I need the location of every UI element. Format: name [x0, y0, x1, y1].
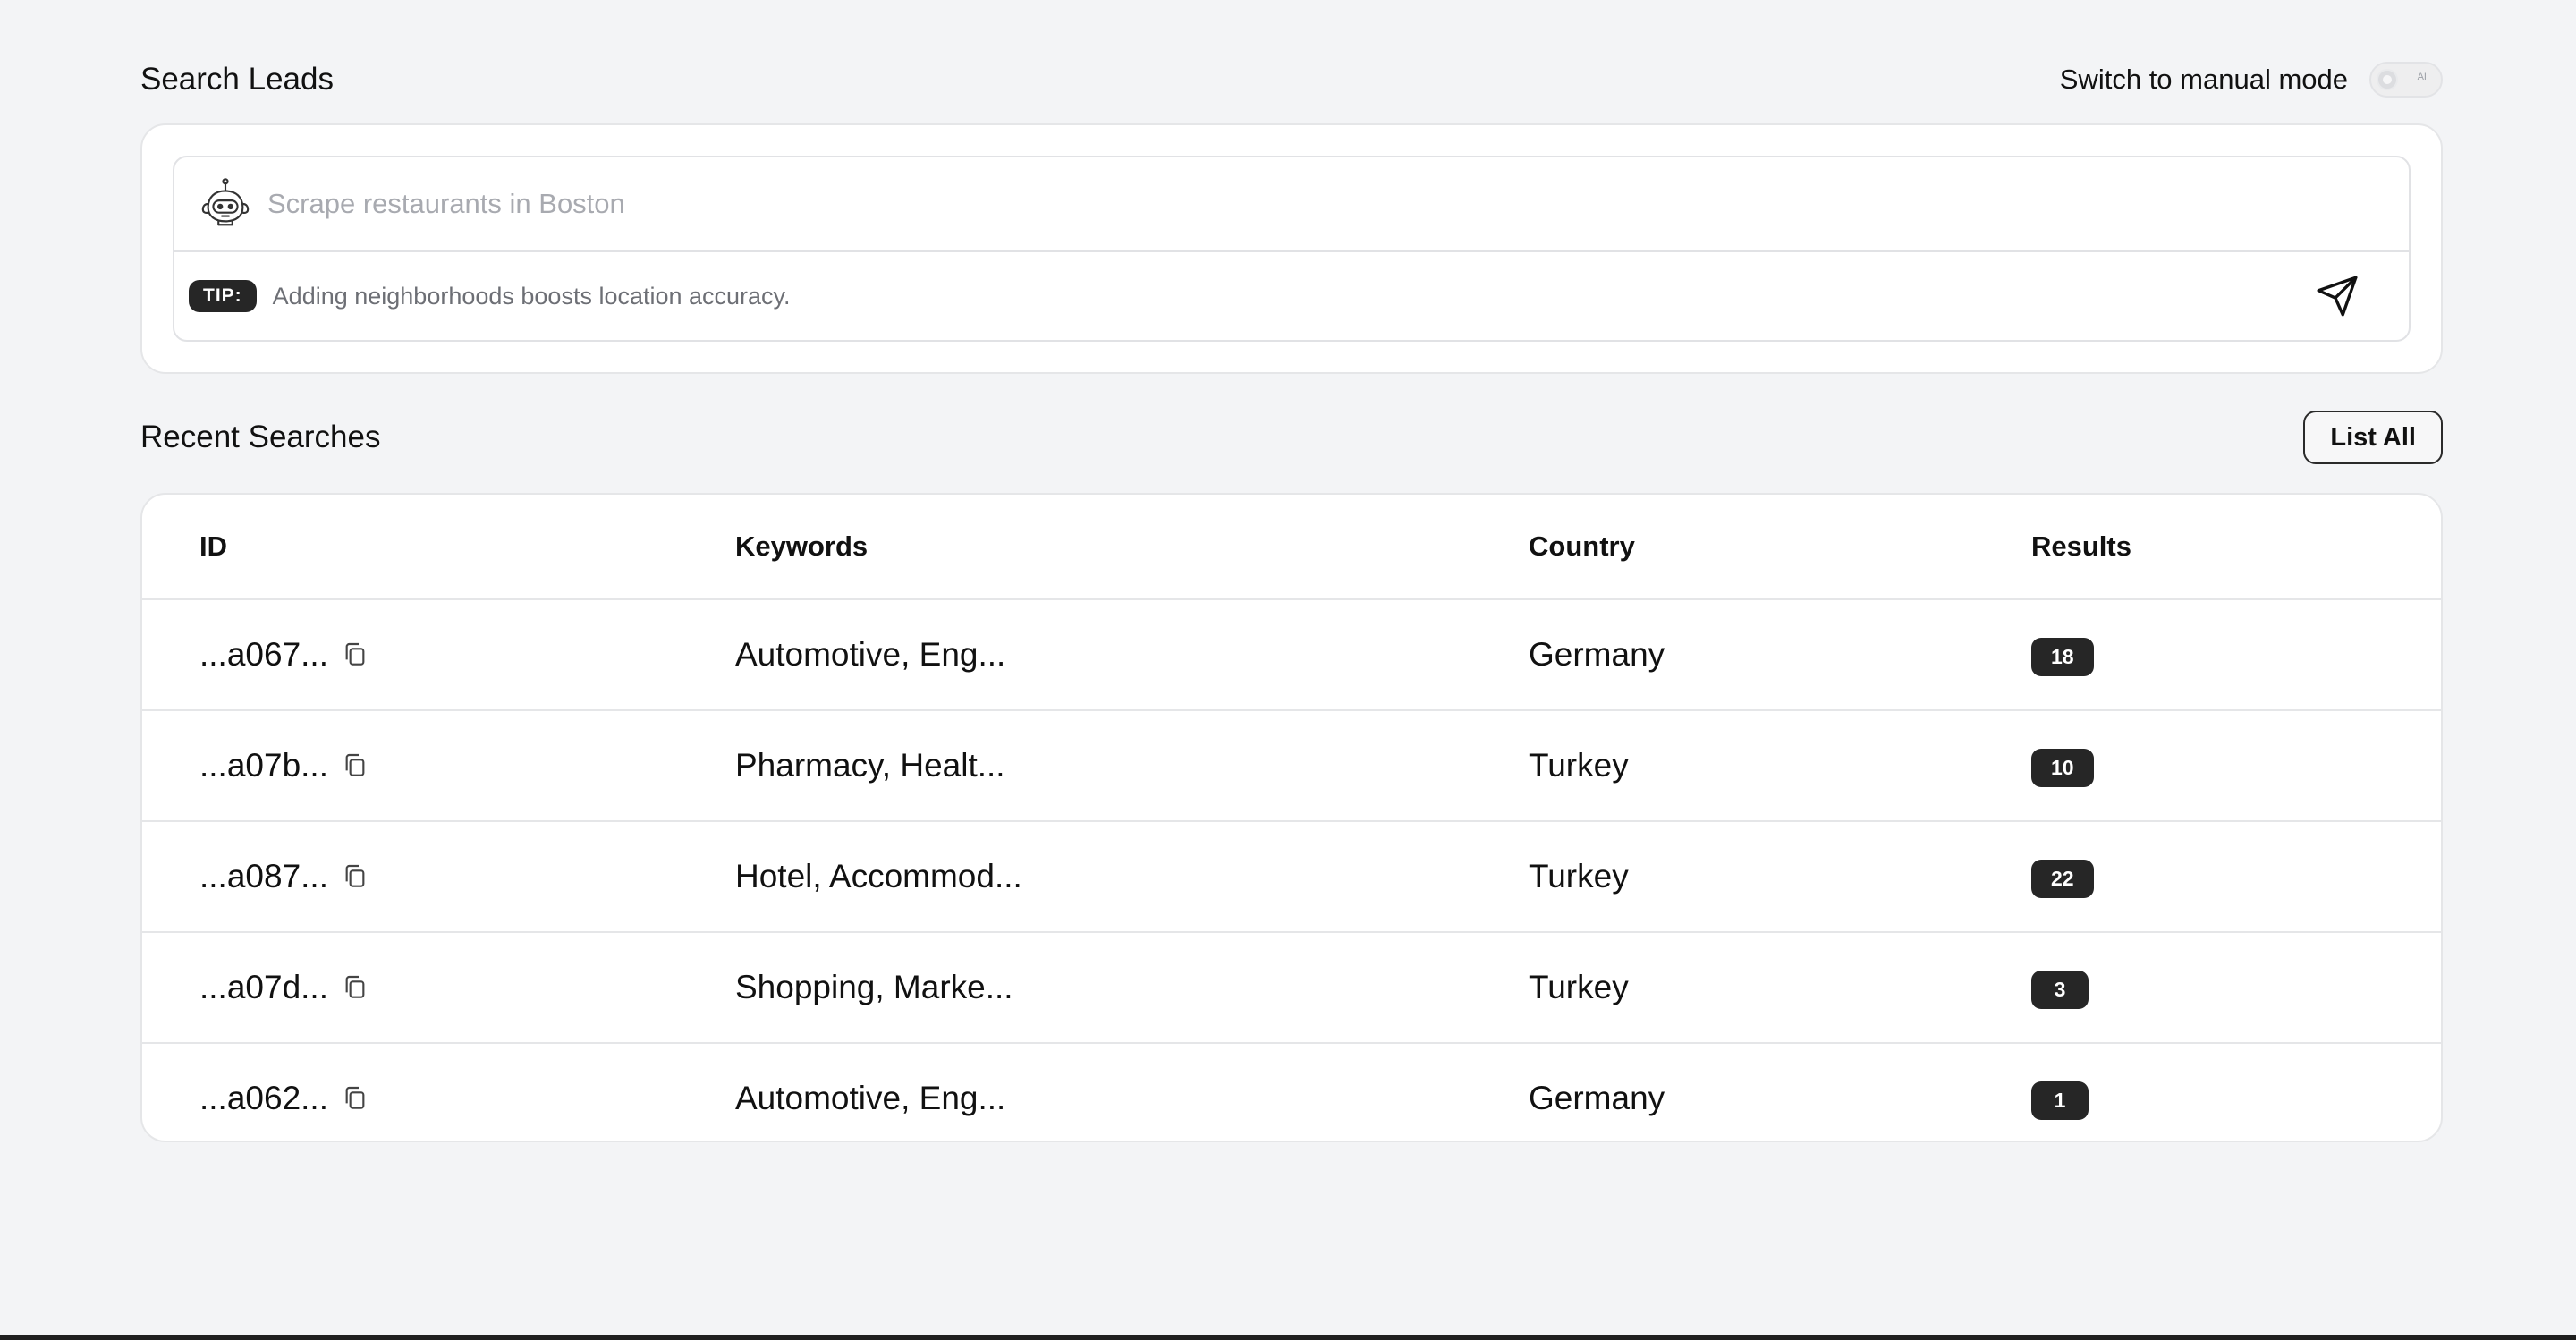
row-keywords: Automotive, Eng...	[735, 1080, 1006, 1116]
copy-icon[interactable]	[341, 1084, 369, 1113]
results-badge: 10	[2031, 748, 2094, 787]
table-row[interactable]: ...a087... Hotel, Accommod... Turkey 22	[142, 821, 2441, 933]
list-all-button[interactable]: List All	[2303, 411, 2443, 464]
recent-searches-header: Recent Searches List All	[140, 410, 2443, 465]
row-country: Germany	[1529, 1080, 1665, 1116]
table-row[interactable]: ...a07b... Pharmacy, Healt... Turkey 10	[142, 710, 2441, 822]
row-id: ...a062...	[199, 1080, 328, 1116]
paper-plane-icon	[2317, 276, 2358, 317]
copy-icon[interactable]	[341, 640, 369, 669]
results-badge: 22	[2031, 859, 2094, 898]
search-input[interactable]	[266, 176, 2409, 232]
toggle-knob	[2377, 69, 2398, 90]
search-input-row	[174, 157, 2409, 252]
table-row[interactable]: ...a067... Automotive, Eng... Germany 18	[142, 599, 2441, 711]
recent-searches-title: Recent Searches	[140, 420, 381, 454]
row-country: Turkey	[1528, 821, 2030, 933]
search-leads-header: Search Leads Switch to manual mode AI	[140, 55, 2443, 104]
row-keywords: Pharmacy, Healt...	[734, 710, 1528, 822]
copy-icon[interactable]	[341, 862, 369, 891]
header-keywords: Keywords	[734, 495, 1528, 600]
recent-searches-table-card: ID Keywords Country Results ...a067... A…	[140, 493, 2443, 1142]
toggle-ai-text: AI	[2417, 72, 2427, 82]
row-id: ...a087...	[199, 858, 328, 895]
header-id: ID	[142, 495, 734, 600]
copy-icon[interactable]	[341, 751, 369, 780]
search-card: TIP: Adding neighborhoods boosts locatio…	[140, 123, 2443, 374]
ai-mode-toggle[interactable]: AI	[2369, 62, 2443, 98]
results-badge: 1	[2031, 1081, 2089, 1120]
table-row[interactable]: ...a062... Automotive, Eng... Germany 1	[142, 1043, 2441, 1141]
tip-badge: TIP:	[189, 280, 257, 312]
table-row[interactable]: ...a07d... Shopping, Marke... Turkey 3	[142, 932, 2441, 1044]
search-leads-title: Search Leads	[140, 62, 334, 97]
send-button[interactable]	[2312, 271, 2362, 321]
manual-mode-label: Switch to manual mode	[2059, 64, 2348, 95]
row-country: Turkey	[1528, 932, 2030, 1044]
header-country: Country	[1528, 495, 2030, 600]
tip-text: Adding neighborhoods boosts location acc…	[272, 282, 791, 310]
bottom-edge-bar	[0, 1335, 2576, 1340]
manual-mode-switch[interactable]: Switch to manual mode AI	[2060, 62, 2443, 98]
results-badge: 18	[2031, 637, 2094, 676]
row-country: Germany	[1528, 599, 2030, 711]
page: Search Leads Switch to manual mode AI Sc…	[0, 0, 2576, 1340]
row-keywords: Shopping, Marke...	[734, 932, 1528, 1044]
robot-icon	[201, 178, 250, 226]
row-id: ...a07b...	[199, 747, 328, 784]
row-country: Turkey	[1528, 710, 2030, 822]
results-badge: 3	[2031, 970, 2089, 1009]
row-id: ...a07d...	[199, 969, 328, 1005]
table-header-row: ID Keywords Country Results	[142, 495, 2441, 600]
header-results: Results	[2030, 495, 2441, 600]
row-id: ...a067...	[199, 636, 328, 673]
copy-icon[interactable]	[341, 973, 369, 1002]
row-keywords: Hotel, Accommod...	[734, 821, 1528, 933]
search-box: TIP: Adding neighborhoods boosts locatio…	[173, 156, 2411, 342]
tip-row: TIP: Adding neighborhoods boosts locatio…	[174, 252, 2409, 340]
row-keywords: Automotive, Eng...	[734, 599, 1528, 711]
recent-searches-table: ID Keywords Country Results ...a067... A…	[142, 495, 2441, 1141]
